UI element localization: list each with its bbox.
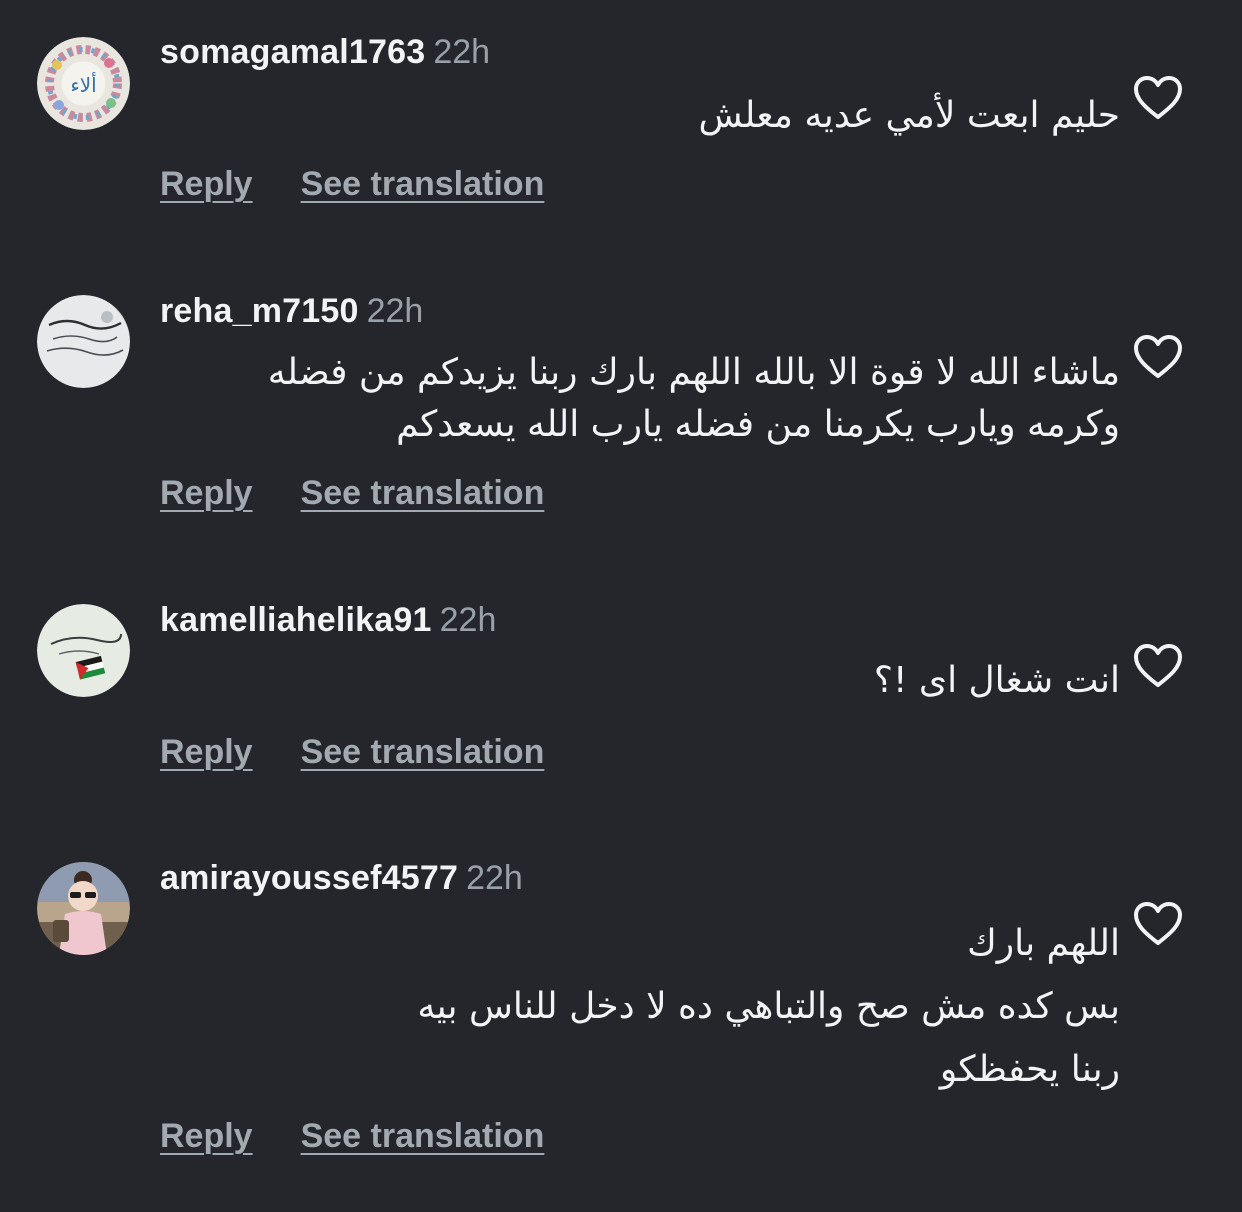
comment-username[interactable]: somagamal1763	[160, 33, 425, 71]
reply-button[interactable]: Reply	[160, 1117, 253, 1155]
comment-meta: kamelliahelika91 22h	[160, 598, 496, 642]
see-translation-button[interactable]: See translation	[301, 165, 545, 203]
comment-time: 22h	[466, 859, 523, 897]
comment-meta: somagamal1763 22h	[160, 30, 490, 74]
reply-button[interactable]: Reply	[160, 474, 253, 512]
heart-outline-icon[interactable]	[1133, 334, 1183, 380]
comment-text-line: اللهم بارك	[967, 923, 1120, 964]
user-avatar[interactable]	[37, 862, 130, 955]
calligraphy-flower-wreath-avatar-icon: ألاء	[37, 37, 130, 130]
user-avatar[interactable]	[37, 604, 130, 697]
comment-meta: reha_m7150 22h	[160, 289, 423, 333]
comment-text: انت شغال اى !؟	[160, 653, 1120, 709]
comment-actions: Reply See translation	[160, 471, 544, 515]
reply-button[interactable]: Reply	[160, 733, 253, 771]
comment-time: 22h	[439, 601, 497, 639]
comment-time: 22h	[433, 33, 491, 71]
see-translation-button[interactable]: See translation	[301, 474, 545, 512]
heart-outline-icon[interactable]	[1133, 643, 1183, 689]
comment-actions: Reply See translation	[160, 730, 544, 774]
comment-text-line: ربنا يحفظكو	[939, 1049, 1120, 1090]
comment-text-line: وكرمه ويارب يكرمنا من فضله يارب الله يسع…	[396, 404, 1120, 445]
arabic-calligraphy-card-avatar-icon	[37, 295, 130, 388]
doll-girl-avatar-icon	[37, 862, 130, 955]
comment-text-line: انت شغال اى !؟	[873, 660, 1120, 701]
user-avatar[interactable]: ألاء	[37, 37, 130, 130]
user-avatar[interactable]	[37, 295, 130, 388]
comment-username[interactable]: kamelliahelika91	[160, 601, 432, 639]
comment-text: ماشاء الله لا قوة الا بالله اللهم بارك ر…	[160, 347, 1120, 451]
comment-username[interactable]: amirayoussef4577	[160, 859, 458, 897]
comment-meta: amirayoussef4577 22h	[160, 856, 523, 900]
comment-text-line: حليم ابعت لأمي عديه معلش	[698, 95, 1121, 136]
comment-text-line: بس كده مش صح والتباهي ده لا دخل للناس بي…	[417, 986, 1120, 1027]
palestine-flag-note-avatar-icon	[37, 604, 130, 697]
comment-username[interactable]: reha_m7150	[160, 292, 359, 330]
comment-text: اللهم بارك بس كده مش صح والتباهي ده لا د…	[160, 912, 1120, 1101]
comment-actions: Reply See translation	[160, 162, 544, 206]
see-translation-button[interactable]: See translation	[301, 1117, 545, 1155]
see-translation-button[interactable]: See translation	[301, 733, 545, 771]
comment-actions: Reply See translation	[160, 1114, 544, 1158]
comment-text-line: ماشاء الله لا قوة الا بالله اللهم بارك ر…	[267, 352, 1120, 393]
heart-outline-icon[interactable]	[1133, 75, 1183, 121]
heart-outline-icon[interactable]	[1133, 901, 1183, 947]
comment-text: حليم ابعت لأمي عديه معلش	[160, 88, 1121, 144]
avatar-calligraphy: ألاء	[70, 72, 96, 97]
reply-button[interactable]: Reply	[160, 165, 253, 203]
comment-time: 22h	[366, 292, 424, 330]
